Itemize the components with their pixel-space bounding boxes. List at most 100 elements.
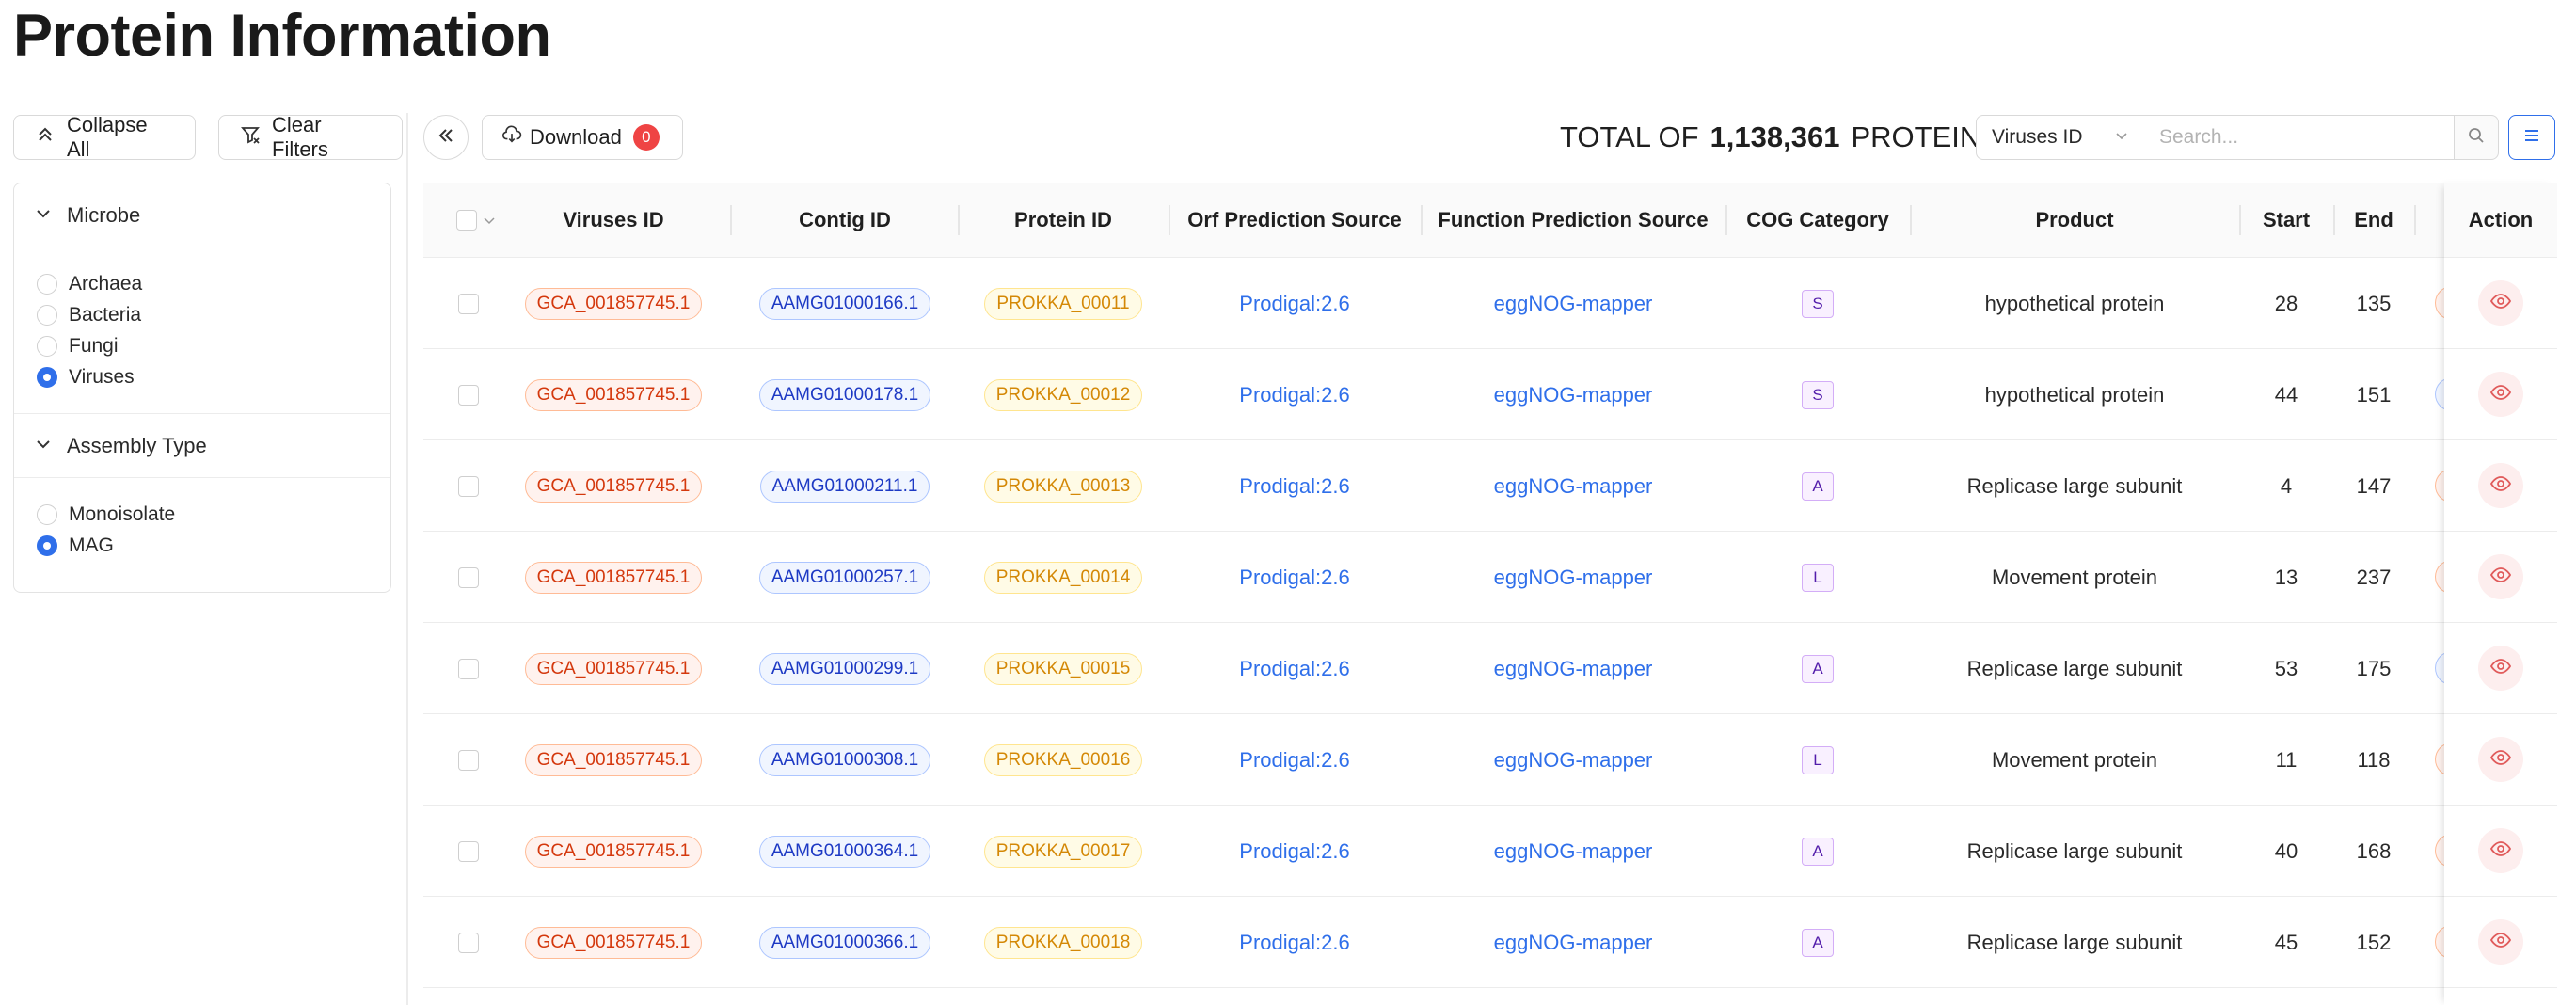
chevron-down-icon[interactable] [483,208,496,232]
row-checkbox[interactable] [458,293,479,314]
orf-source-link[interactable]: Prodigal:2.6 [1239,748,1349,773]
radio-button-selected[interactable] [37,366,57,388]
view-button[interactable] [2478,463,2523,508]
row-checkbox[interactable] [458,475,479,497]
row-checkbox[interactable] [458,932,479,953]
section-header-assembly-type[interactable]: Assembly Type [14,414,390,478]
row-checkbox[interactable] [458,840,479,862]
function-source-link[interactable]: eggNOG-mapper [1494,474,1653,499]
view-button[interactable] [2478,280,2523,326]
collapse-icon [35,124,56,151]
viruses-id-tag[interactable]: GCA_001857745.1 [524,470,703,502]
view-button[interactable] [2478,372,2523,417]
cog-category-cell: A [1725,623,1910,714]
radio-option-fungi[interactable]: Fungi [37,330,390,361]
protein-id-tag[interactable]: PROKKA_00011 [984,287,1142,320]
radio-button[interactable] [37,273,57,295]
column-header-function-prediction-source[interactable]: Function Prediction Source [1421,183,1725,258]
contig-id-tag[interactable]: AAMG01000364.1 [758,835,931,868]
protein-id-tag[interactable]: PROKKA_00018 [983,926,1143,959]
orf-source-link[interactable]: Prodigal:2.6 [1239,839,1349,864]
function-source-link[interactable]: eggNOG-mapper [1494,292,1653,316]
contig-id-tag[interactable]: AAMG01000366.1 [758,926,931,959]
column-header-cog-category[interactable]: COG Category [1725,183,1910,258]
radio-button[interactable] [37,503,57,525]
view-button[interactable] [2478,554,2523,599]
contig-id-tag[interactable]: AAMG01000178.1 [758,378,931,411]
radio-button[interactable] [37,304,57,326]
contig-id-tag[interactable]: AAMG01000308.1 [758,743,931,776]
column-settings-button[interactable] [2508,115,2555,160]
protein-id-tag[interactable]: PROKKA_00012 [983,378,1143,411]
orf-source-link[interactable]: Prodigal:2.6 [1239,292,1349,316]
orf-source-link[interactable]: Prodigal:2.6 [1239,931,1349,955]
orf-source-link[interactable]: Prodigal:2.6 [1239,657,1349,681]
search-button[interactable] [2454,115,2499,160]
function-source-link[interactable]: eggNOG-mapper [1494,839,1653,864]
cog-category-badge: A [1802,837,1834,866]
viruses-id-tag[interactable]: GCA_001857745.1 [524,378,703,411]
view-button[interactable] [2478,737,2523,782]
radio-option-bacteria[interactable]: Bacteria [37,299,390,330]
protein-id-tag[interactable]: PROKKA_00016 [983,743,1143,776]
column-header-viruses-id[interactable]: Viruses ID [504,183,723,258]
column-header-start[interactable]: Start [2239,183,2333,258]
column-header-end[interactable]: End [2333,183,2414,258]
section-header-microbe[interactable]: Microbe [14,183,390,247]
function-source-link[interactable]: eggNOG-mapper [1494,748,1653,773]
orf-source-link[interactable]: Prodigal:2.6 [1239,566,1349,590]
viruses-id-tag[interactable]: GCA_001857745.1 [524,926,703,959]
viruses-id-tag[interactable]: GCA_001857745.1 [524,561,703,594]
protein-id-tag[interactable]: PROKKA_00017 [983,835,1143,868]
function-source-link[interactable]: eggNOG-mapper [1494,383,1653,407]
clear-filters-button[interactable]: Clear Filters [218,113,403,161]
orf-source-link[interactable]: Prodigal:2.6 [1239,474,1349,499]
column-header-protein-id[interactable]: Protein ID [958,183,1169,258]
row-checkbox[interactable] [458,384,479,406]
column-header-product[interactable]: Product [1910,183,2239,258]
row-checkbox[interactable] [458,749,479,771]
column-header-contig-id[interactable]: Contig ID [732,183,958,258]
function-source-link[interactable]: eggNOG-mapper [1494,566,1653,590]
radio-button-selected[interactable] [37,534,57,556]
orf-source-link[interactable]: Prodigal:2.6 [1239,383,1349,407]
view-button[interactable] [2478,828,2523,873]
viruses-id-tag[interactable]: GCA_001857745.1 [524,287,703,320]
radio-option-archaea[interactable]: Archaea [37,268,390,299]
viruses-id-tag[interactable]: GCA_001857745.1 [524,652,703,685]
function-source-link[interactable]: eggNOG-mapper [1494,931,1653,955]
search-field-select[interactable]: Viruses ID [1976,115,2145,160]
protein-id-tag[interactable]: PROKKA_00013 [983,470,1143,502]
function-source-link[interactable]: eggNOG-mapper [1494,657,1653,681]
view-button[interactable] [2478,646,2523,691]
contig-id-tag[interactable]: AAMG01000299.1 [758,652,931,685]
filter-icon [240,124,261,151]
select-all-header[interactable] [450,183,502,258]
cog-category-cell: A [1725,806,1910,897]
select-all-checkbox[interactable] [456,210,477,231]
download-button[interactable]: Download 0 [482,115,683,160]
eye-icon [2489,838,2512,865]
search-input[interactable] [2144,115,2456,160]
collapse-all-button[interactable]: Collapse All [13,113,196,161]
end-cell: 118 [2357,747,2391,772]
contig-id-tag[interactable]: AAMG01000166.1 [758,287,931,320]
radio-option-mag[interactable]: MAG [37,530,390,561]
contig-id-tag[interactable]: AAMG01000257.1 [758,561,931,594]
protein-id-tag[interactable]: PROKKA_00014 [983,561,1143,594]
row-checkbox[interactable] [458,566,479,588]
row-checkbox-cell [450,806,487,897]
radio-option-monoisolate[interactable]: Monoisolate [37,499,390,530]
radio-button[interactable] [37,335,57,357]
viruses-id-tag[interactable]: GCA_001857745.1 [524,835,703,868]
product-cell: Movement protein [1991,747,2158,772]
collapse-sidebar-button[interactable] [423,115,469,160]
cog-category-cell: S [1725,258,1910,349]
viruses-id-tag[interactable]: GCA_001857745.1 [524,743,703,776]
column-header-orf-prediction-source[interactable]: Orf Prediction Source [1169,183,1421,258]
contig-id-tag[interactable]: AAMG01000211.1 [759,470,930,502]
protein-id-tag[interactable]: PROKKA_00015 [983,652,1143,685]
row-checkbox[interactable] [458,658,479,679]
radio-option-viruses[interactable]: Viruses [37,361,390,392]
view-button[interactable] [2478,919,2523,965]
